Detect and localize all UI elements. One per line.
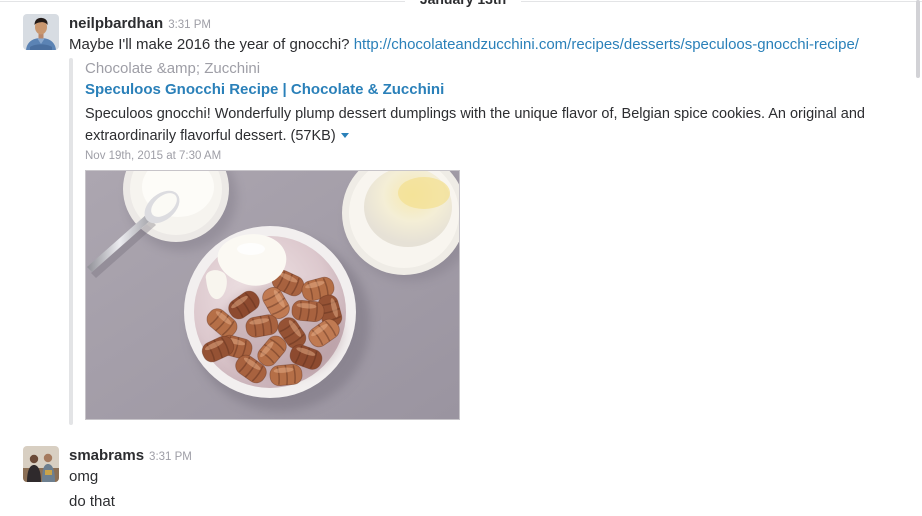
avatar-image (23, 14, 59, 50)
attachment-timestamp: Nov 19th, 2015 at 7:30 AM (85, 150, 222, 162)
attachment-title-link[interactable]: Speculoos Gnocchi Recipe | Chocolate & Z… (85, 81, 444, 99)
attachment-border (69, 58, 73, 425)
message-header: smabrams 3:31 PM (69, 447, 192, 466)
attachment-description-text: Speculoos gnocchi! Wonderfully plump des… (85, 106, 865, 144)
cream-highlight (237, 243, 265, 255)
author-name[interactable]: smabrams (69, 447, 144, 464)
person-right-head (43, 453, 53, 463)
attachment-service-name: Chocolate &amp; Zucchini (85, 60, 261, 77)
message-timestamp[interactable]: 3:31 PM (149, 451, 192, 463)
person-left-head (29, 454, 39, 464)
caret-down-icon[interactable] (340, 133, 349, 138)
person-right-item (45, 470, 52, 475)
scrollbar-thumb[interactable] (916, 0, 920, 78)
attachment-photo (86, 171, 459, 419)
date-divider-label: January 13th (405, 0, 521, 8)
avatar[interactable] (23, 446, 59, 482)
author-name[interactable]: neilpbardhan (69, 15, 163, 32)
message-text-content: Maybe I'll make 2016 the year of gnocchi… (69, 36, 350, 53)
avatar-image (23, 446, 59, 482)
gnocchi-piece (290, 298, 326, 324)
message-text: omg (69, 468, 99, 485)
jar-butter (398, 177, 450, 209)
attachment-file-size: (57KB) (290, 128, 336, 144)
gnocchi-piece (268, 362, 304, 388)
date-divider: January 13th (0, 0, 922, 9)
message-text: Maybe I'll make 2016 the year of gnocchi… (69, 35, 859, 55)
message-text: do that (69, 493, 115, 510)
message-timestamp[interactable]: 3:31 PM (168, 19, 211, 31)
attachment-image[interactable] (85, 170, 460, 420)
message-link[interactable]: http://chocolateandzucchini.com/recipes/… (354, 36, 859, 53)
message-header: neilpbardhan 3:31 PM (69, 15, 211, 34)
attachment-description: Speculoos gnocchi! Wonderfully plump des… (85, 103, 895, 147)
avatar[interactable] (23, 14, 59, 50)
